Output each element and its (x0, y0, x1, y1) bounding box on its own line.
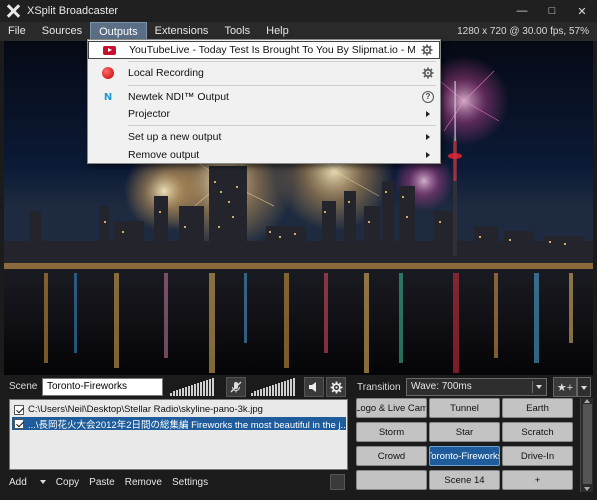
mic-mute-button[interactable] (226, 377, 246, 397)
source-item[interactable]: ...\長岡花火大会2012年2日間の総集編 Fireworks the mos… (12, 417, 346, 431)
scene-button[interactable]: Storm (356, 422, 427, 442)
scene-name-field[interactable]: Toronto-Fireworks (42, 378, 163, 396)
scenes-scrollbar[interactable] (580, 398, 593, 492)
gear-icon (330, 381, 342, 393)
record-icon (102, 67, 114, 79)
gear-icon[interactable] (422, 67, 434, 79)
audio-settings-button[interactable] (326, 377, 346, 397)
scene-button[interactable]: Scratch (502, 422, 573, 442)
submenu-arrow-icon (426, 134, 430, 140)
remove-button[interactable]: Remove (125, 477, 162, 488)
scene-button-active[interactable]: Toronto-Fireworks (429, 446, 500, 466)
output-local-recording-label: Local Recording (128, 67, 204, 79)
scene-button[interactable]: Scene 14 (429, 470, 500, 490)
scene-grid: Logo & Live Cam Tunnel Earth Storm Star … (356, 398, 576, 492)
submenu-arrow-icon (426, 152, 430, 158)
menu-separator (128, 125, 436, 126)
output-ndi-label: Newtek NDI™ Output (128, 91, 229, 103)
window-title: XSplit Broadcaster (27, 5, 119, 17)
add-scene-icon: ★+ (556, 381, 574, 394)
output-youtube-label: YouTubeLive - Today Test Is Brought To Y… (129, 44, 415, 56)
chevron-down-icon (532, 381, 544, 393)
outputs-dropdown-menu: YouTubeLive - Today Test Is Brought To Y… (87, 39, 441, 164)
add-source-button[interactable]: Add (9, 477, 46, 488)
sources-list: C:\Users\Neil\Desktop\Stellar Radio\skyl… (9, 399, 348, 470)
output-remove[interactable]: Remove output (88, 146, 440, 164)
transition-select[interactable]: Wave: 700ms (406, 378, 547, 396)
output-local-recording[interactable]: Local Recording (88, 64, 440, 82)
scene-button[interactable] (356, 470, 427, 490)
output-setup-new-label: Set up a new output (128, 131, 222, 143)
speaker-volume-meter[interactable] (251, 378, 295, 396)
add-source-label: Add (9, 476, 27, 488)
scroll-up-icon[interactable] (584, 399, 590, 403)
source-item-label: ...\長岡花火大会2012年2日間の総集編 Fireworks the mos… (28, 419, 346, 431)
menu-separator (128, 61, 436, 62)
source-visibility-checkbox[interactable] (14, 404, 24, 415)
output-projector-label: Projector (128, 108, 171, 120)
scene-button[interactable]: Crowd (356, 446, 427, 466)
paste-button[interactable]: Paste (89, 477, 115, 488)
maximize-button[interactable]: □ (537, 0, 567, 22)
menu-separator (128, 85, 436, 86)
output-youtube-live[interactable]: YouTubeLive - Today Test Is Brought To Y… (88, 41, 440, 59)
scene-button[interactable]: Earth (502, 398, 573, 418)
output-remove-label: Remove output (128, 149, 200, 161)
scene-button[interactable]: Logo & Live Cam (356, 398, 427, 418)
transition-label: Transition (357, 382, 401, 393)
resolution-info: 1280 x 720 @ 30.00 fps, 57% (457, 26, 589, 37)
chevron-down-icon (39, 479, 46, 484)
speaker-icon (309, 382, 316, 392)
scene-label: Scene (9, 381, 38, 392)
xsplit-logo-icon (6, 4, 21, 18)
source-item[interactable]: C:\Users\Neil\Desktop\Stellar Radio\skyl… (12, 403, 346, 416)
settings-button[interactable]: Settings (172, 477, 208, 488)
scene-button[interactable]: Star (429, 422, 500, 442)
transition-value: Wave: 700ms (411, 381, 472, 392)
source-item-label: C:\Users\Neil\Desktop\Stellar Radio\skyl… (28, 404, 263, 415)
help-icon[interactable]: ? (422, 91, 434, 103)
ndi-icon: N (103, 91, 113, 103)
output-ndi[interactable]: N Newtek NDI™ Output ? (88, 88, 440, 106)
copy-button[interactable]: Copy (56, 477, 79, 488)
output-setup-new[interactable]: Set up a new output (88, 128, 440, 146)
add-scene-tile-button[interactable]: + (502, 470, 573, 490)
youtube-icon (102, 45, 116, 55)
mic-muted-icon (230, 381, 242, 393)
scene-button[interactable]: Tunnel (429, 398, 500, 418)
output-projector[interactable]: Projector (88, 105, 440, 123)
scene-button[interactable]: Drive-In (502, 446, 573, 466)
source-visibility-checkbox[interactable] (14, 418, 24, 429)
sources-scrollbar[interactable] (330, 474, 345, 490)
gear-icon[interactable] (421, 44, 433, 56)
title-bar: XSplit Broadcaster — □ ✕ (0, 0, 597, 22)
submenu-arrow-icon (426, 111, 430, 117)
close-button[interactable]: ✕ (567, 0, 597, 22)
scrollbar-thumb[interactable] (583, 404, 592, 484)
menu-file[interactable]: File (0, 22, 34, 41)
window-controls: — □ ✕ (507, 0, 597, 22)
menu-sources[interactable]: Sources (34, 22, 90, 41)
add-scene-button[interactable]: ★+ (553, 377, 577, 397)
minimize-button[interactable]: — (507, 0, 537, 22)
speaker-button[interactable] (304, 377, 324, 397)
sources-toolbar: Add Copy Paste Remove Settings (9, 474, 218, 490)
scroll-down-icon[interactable] (584, 487, 590, 491)
scene-menu-button[interactable] (577, 377, 591, 397)
mic-volume-meter[interactable] (170, 378, 214, 396)
